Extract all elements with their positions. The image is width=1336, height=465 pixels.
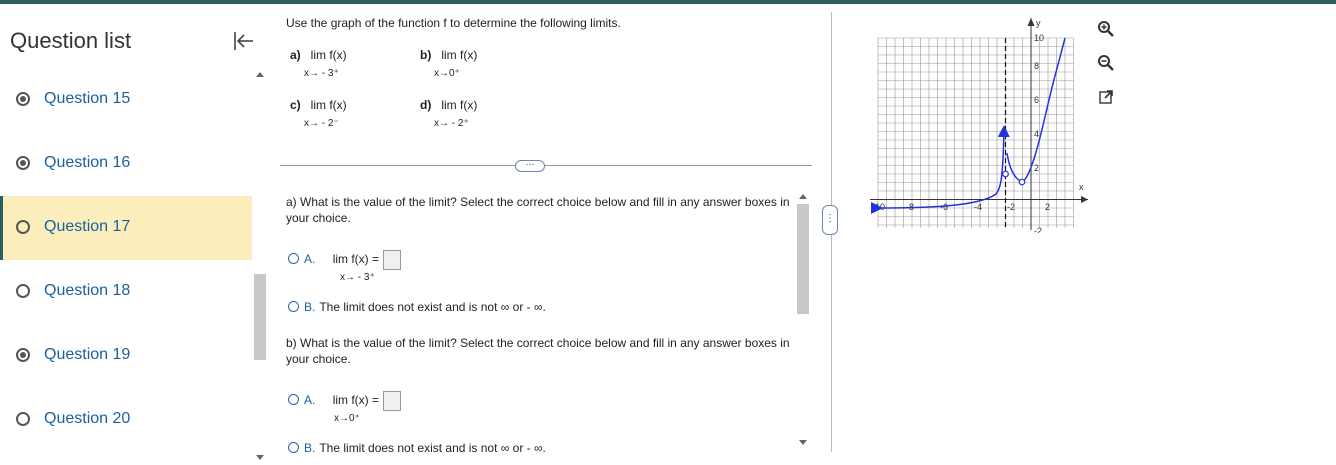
choice-label: B. — [304, 300, 316, 314]
limit-expression: lim f(x) = — [332, 393, 380, 408]
question-label: Question 18 — [44, 282, 131, 299]
question-item-15[interactable]: Question 15 — [0, 68, 252, 132]
scroll-up-icon[interactable] — [256, 72, 264, 77]
x-tick-label: 2 — [1045, 202, 1050, 212]
part-b-choice-a[interactable]: A. lim f(x) = x→0⁺ — [288, 391, 402, 424]
scroll-down-icon[interactable] — [799, 440, 807, 445]
status-indicator-icon — [16, 412, 30, 426]
limit-part-a: a) lim f(x) x→ - 3⁺ — [290, 48, 347, 79]
scroll-down-icon[interactable] — [256, 455, 264, 460]
y-tick-label: 6 — [1034, 95, 1039, 105]
external-link-icon[interactable] — [1097, 88, 1115, 106]
expand-button[interactable]: ⋯ — [515, 160, 545, 172]
question-item-19[interactable]: Question 19 — [0, 324, 252, 388]
status-indicator-icon — [16, 220, 30, 234]
choice-radio[interactable] — [288, 301, 299, 312]
question-panel: Use the graph of the function f to deter… — [280, 4, 812, 465]
status-indicator-icon — [16, 156, 30, 170]
part-a-question: a) What is the value of the limit? Selec… — [286, 195, 790, 225]
choice-label: B. — [304, 441, 316, 455]
answer-input[interactable] — [383, 250, 402, 270]
question-label: Question 19 — [44, 346, 131, 363]
part-tag: c) — [290, 98, 301, 112]
limit-part-d: d) lim f(x) x→ - 2⁺ — [420, 98, 478, 129]
section-divider — [280, 165, 812, 166]
question-item-18[interactable]: Question 18 — [0, 260, 252, 324]
y-axis-label: y — [1036, 18, 1041, 28]
choice-radio[interactable] — [288, 394, 299, 406]
limit-expression: lim f(x) — [441, 48, 478, 62]
x-tick-label: -2 — [1007, 202, 1015, 212]
question-item-16[interactable]: Question 16 — [0, 132, 252, 196]
open-point — [1002, 170, 1009, 178]
part-a-choice-a[interactable]: A. lim f(x) = x→ - 3⁺ — [288, 250, 402, 283]
x-axis-arrow-icon — [1081, 196, 1088, 203]
open-point — [1018, 178, 1026, 186]
scroll-up-icon[interactable] — [799, 194, 807, 199]
choice-radio[interactable] — [288, 253, 299, 265]
part-tag: a) — [290, 48, 301, 62]
limit-part-b: b) lim f(x) x→0⁺ — [420, 48, 478, 79]
limit-expression: lim f(x) — [441, 98, 478, 112]
limit-subscript: x→0⁺ — [434, 68, 460, 79]
zoom-in-icon[interactable] — [1097, 20, 1115, 38]
y-tick-label: 2 — [1034, 163, 1039, 173]
question-item-17[interactable]: Question 17 — [0, 196, 252, 260]
question-label: Question 15 — [44, 90, 131, 107]
limit-expression: lim f(x) = — [332, 252, 380, 267]
question-item-20[interactable]: Question 20 — [0, 388, 252, 452]
x-tick-label: -4 — [974, 202, 982, 212]
function-graph: y x -10 -8 -6 -4 -2 2 10 8 6 4 2 -2 — [870, 18, 1088, 233]
x-tick-label: -10 — [872, 202, 885, 212]
problem-prompt: Use the graph of the function f to deter… — [286, 16, 621, 30]
choice-label: A. — [304, 393, 316, 408]
zoom-out-icon[interactable] — [1097, 54, 1115, 72]
part-a-choice-b[interactable]: B. The limit does not exist and is not ∞ … — [288, 300, 546, 314]
status-indicator-icon — [16, 284, 30, 298]
limit-subscript: x→ - 3⁺ — [304, 68, 339, 79]
question-list-scrollbar[interactable] — [253, 68, 267, 465]
question-list-panel: Question list Question 15 Question 16 Qu… — [0, 4, 253, 465]
y-tick-label: 10 — [1034, 33, 1044, 43]
question-label: Question 17 — [44, 218, 131, 235]
limit-subscript: x→ - 3⁺ — [340, 272, 375, 283]
answer-input[interactable] — [383, 391, 402, 411]
question-list-title: Question list — [10, 28, 132, 53]
y-tick-label: 4 — [1034, 129, 1039, 139]
status-indicator-icon — [16, 348, 30, 362]
part-b-question: b) What is the value of the limit? Selec… — [286, 336, 790, 366]
choice-radio[interactable] — [288, 442, 299, 453]
question-label: Question 20 — [44, 410, 131, 427]
y-tick-label: -2 — [1034, 226, 1042, 233]
collapse-left-icon[interactable] — [232, 30, 258, 54]
limit-expression: lim f(x) — [310, 48, 347, 62]
part-b-choice-b[interactable]: B. The limit does not exist and is not ∞ … — [288, 441, 546, 455]
choice-text: The limit does not exist and is not ∞ or… — [319, 300, 546, 314]
y-tick-label: 8 — [1034, 61, 1039, 71]
x-axis-label: x — [1079, 182, 1084, 192]
part-tag: d) — [420, 98, 432, 112]
limit-subscript: x→ - 2⁻ — [304, 118, 339, 129]
question-label: Question 16 — [44, 154, 131, 171]
splitter-handle[interactable]: ⋮ — [822, 205, 838, 235]
limit-subscript: x→ - 2⁺ — [434, 118, 469, 129]
question-scrollbar[interactable] — [796, 190, 810, 452]
choice-label: A. — [304, 252, 316, 267]
limit-expression: lim f(x) — [310, 98, 347, 112]
part-tag: b) — [420, 48, 432, 62]
status-indicator-icon — [16, 92, 30, 106]
scrollbar-thumb[interactable] — [254, 274, 266, 360]
choice-text: The limit does not exist and is not ∞ or… — [319, 441, 546, 455]
limit-part-c: c) lim f(x) x→ - 2⁻ — [290, 98, 347, 129]
scrollbar-thumb[interactable] — [797, 204, 809, 314]
y-axis-arrow-icon — [1027, 18, 1035, 26]
limit-subscript: x→0⁺ — [334, 413, 360, 424]
